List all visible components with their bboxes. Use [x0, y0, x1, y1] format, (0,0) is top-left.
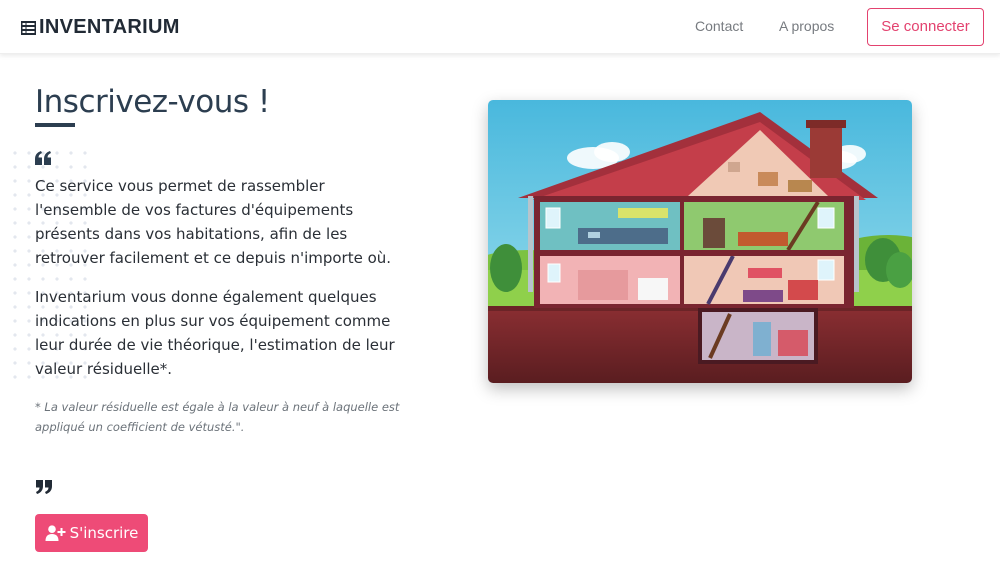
page-title: Inscrivez-vous !: [35, 84, 270, 120]
nav-link-about[interactable]: A propos: [779, 18, 834, 34]
residual-value-footnote: * La valeur résiduelle est égale à la va…: [35, 400, 400, 434]
title-underline: [35, 123, 75, 127]
user-plus-icon: [45, 525, 66, 541]
quote-open-icon: [35, 151, 51, 165]
top-navbar: INVENTARIUM Contact A propos Se connecte…: [0, 0, 1000, 54]
signup-button-label: S'inscrire: [69, 524, 139, 542]
list-icon: [21, 20, 36, 35]
signup-button[interactable]: S'inscrire: [35, 514, 148, 552]
quote-close-icon: [36, 480, 52, 494]
intro-paragraph-1: Ce service vous permet de rassembler l'e…: [35, 177, 392, 267]
brand[interactable]: INVENTARIUM: [21, 16, 180, 39]
brand-name: INVENTARIUM: [39, 16, 180, 38]
login-button[interactable]: Se connecter: [867, 8, 984, 46]
nav-link-contact[interactable]: Contact: [695, 18, 743, 34]
house-cutaway-illustration: [488, 100, 912, 383]
intro-paragraph-2: Inventarium vous donne également quelque…: [35, 288, 395, 378]
house-illustration-svg: [488, 100, 912, 383]
